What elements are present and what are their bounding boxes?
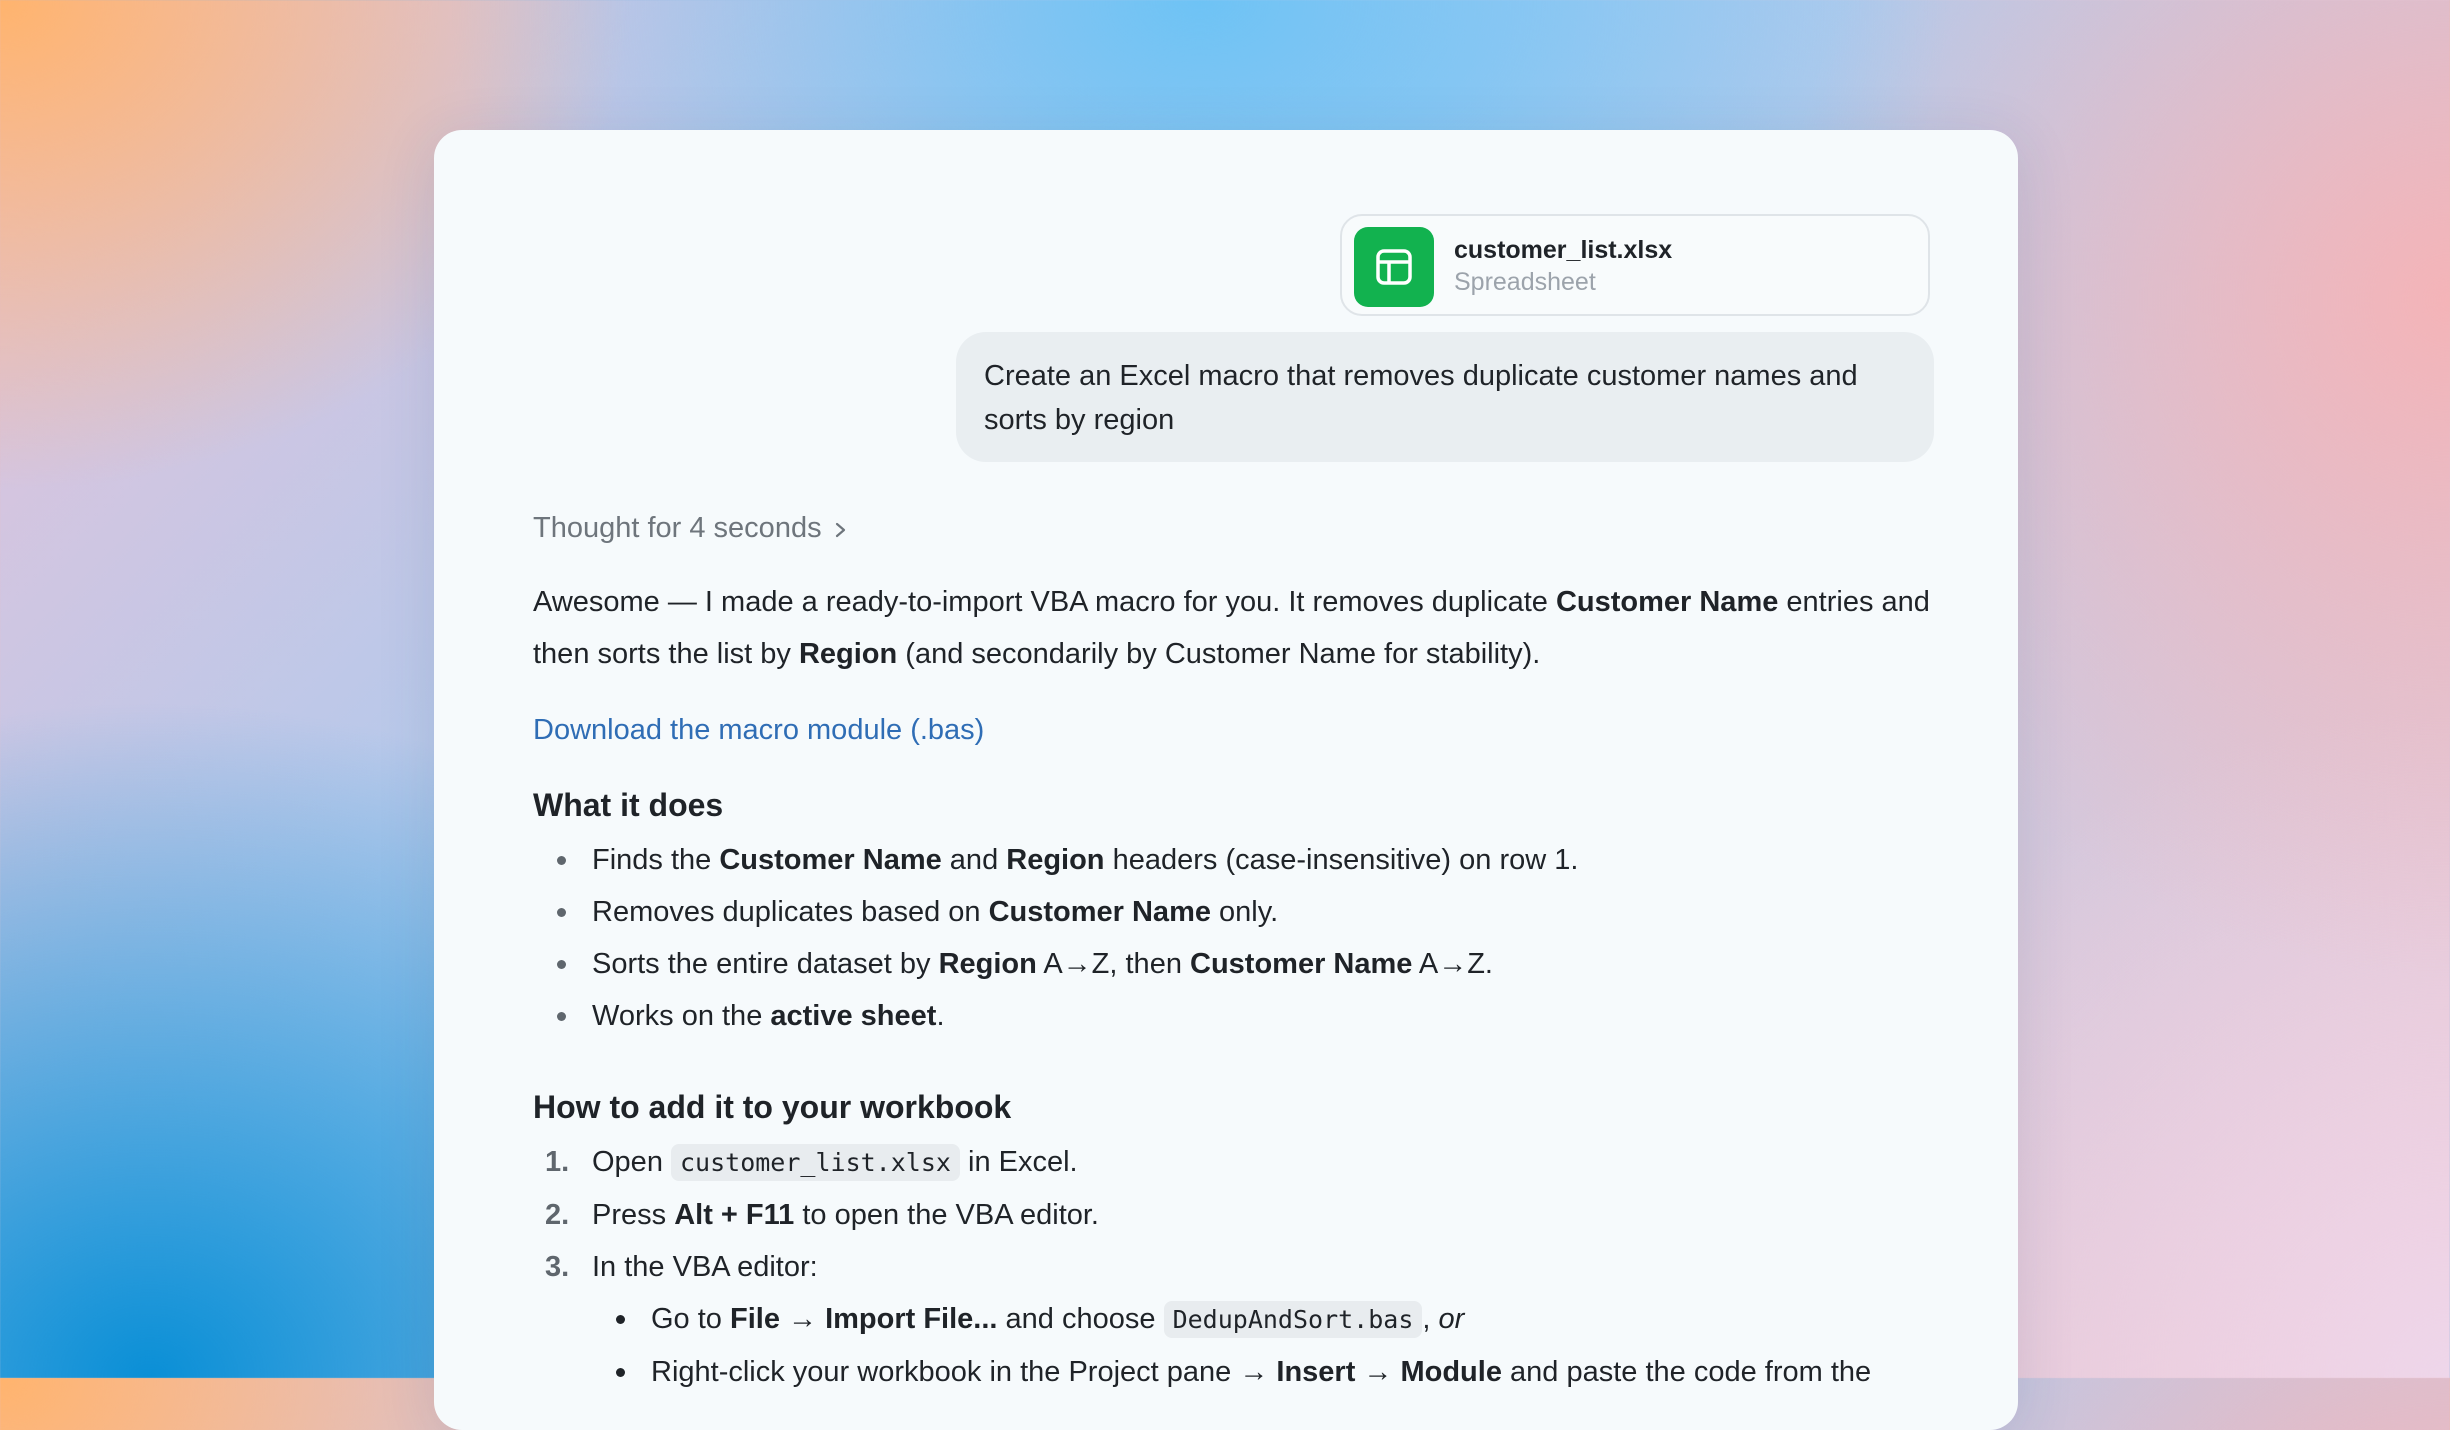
bullet-dot [557,856,566,865]
attachment-type: Spreadsheet [1454,268,1596,296]
item-bold: Customer Name [719,844,942,876]
item-text: Sorts the entire dataset by [592,948,939,980]
user-message-bubble: Create an Excel macro that removes dupli… [956,332,1934,462]
bullet-dot [557,908,566,917]
step-text: In the VBA editor: [592,1251,818,1283]
what-it-does-list: Finds the Customer Name and Region heade… [533,834,1933,1042]
item-bold: active sheet [770,1000,937,1032]
thought-toggle[interactable]: Thought for 4 seconds [533,512,848,545]
sub-item-bold: File → Import File... [730,1303,998,1335]
item-text: . [936,1000,945,1032]
step-text: Open [592,1146,671,1178]
sub-list-item: Go to File → Import File... and choose D… [592,1293,1933,1346]
intro-bold-1: Customer Name [1555,586,1779,618]
step-text: in Excel. [959,1146,1078,1178]
item-text: A→Z, then [1036,948,1191,980]
section-heading-what-it-does: What it does [533,787,724,823]
chat-panel: customer_list.xlsx Spreadsheet Create an… [434,130,2018,1430]
step-item: 1. Open customer_list.xlsx in Excel. [533,1136,1933,1189]
sub-list-item: Right-click your workbook in the Project… [592,1346,1933,1398]
inline-code: DedupAndSort.bas [1163,1301,1423,1338]
step-item: 3. In the VBA editor: Go to File → Import… [533,1241,1933,1398]
intro-text-1: Awesome — I made a ready-to-import VBA m… [533,586,1556,618]
thought-label: Thought for 4 seconds [533,512,822,544]
list-item: Removes duplicates based on Customer Nam… [533,886,1933,938]
item-text: headers (case-insensitive) on row 1. [1104,844,1579,876]
step-bold: Alt + F11 [674,1199,795,1231]
bullet-dot [616,1315,625,1324]
sub-item-bold: Insert → Module [1276,1356,1502,1388]
intro-bold-2: Region [798,638,898,670]
item-text: only. [1210,896,1279,928]
bullet-dot [616,1368,625,1377]
step-text: Press [592,1199,675,1231]
list-item: Sorts the entire dataset by Region A→Z, … [533,938,1933,990]
bullet-dot [557,960,566,969]
inline-code: customer_list.xlsx [671,1144,960,1181]
intro-paragraph: Awesome — I made a ready-to-import VBA m… [533,576,1933,680]
sub-item-text: and choose [997,1303,1164,1335]
item-text: and [941,844,1007,876]
step-sub-list: Go to File → Import File... and choose D… [592,1293,1933,1398]
list-item: Works on the active sheet. [533,990,1933,1042]
step-number: 2. [545,1199,570,1231]
step-item: 2. Press Alt + F11 to open the VBA editor… [533,1189,1933,1241]
chevron-right-icon [835,522,845,537]
item-bold: Region [938,948,1037,980]
item-bold: Region [1006,844,1105,876]
sub-item-text: Go to [651,1303,730,1335]
item-text: Finds the [592,844,720,876]
sub-item-text: , [1422,1303,1439,1335]
step-text: to open the VBA editor. [794,1199,1099,1231]
item-text: Removes duplicates based on [592,896,989,928]
download-macro-link[interactable]: Download the macro module (.bas) [533,708,984,752]
item-text: A→Z. [1412,948,1493,980]
attachment-card[interactable]: customer_list.xlsx Spreadsheet [1340,214,1930,316]
item-text: Works on the [592,1000,771,1032]
spreadsheet-icon [1354,227,1434,307]
assistant-response: Awesome — I made a ready-to-import VBA m… [533,576,1933,1398]
bullet-dot [557,1012,566,1021]
section-heading-how-to-add: How to add it to your workbook [533,1089,1012,1125]
how-to-add-steps: 1. Open customer_list.xlsx in Excel. 2. Pr… [533,1136,1933,1398]
list-item: Finds the Customer Name and Region heade… [533,834,1933,886]
step-number: 3. [545,1251,570,1283]
sub-item-text: Right-click your workbook in the Project… [651,1356,1277,1388]
sub-item-italic: or [1438,1303,1465,1335]
item-bold: Customer Name [988,896,1211,928]
step-number: 1. [545,1146,570,1178]
attachment-name: customer_list.xlsx [1454,236,1673,264]
item-bold: Customer Name [1190,948,1413,980]
intro-text-3: (and secondarily by Customer Name for st… [897,638,1541,670]
sub-item-text: and paste the code from the [1501,1356,1872,1388]
